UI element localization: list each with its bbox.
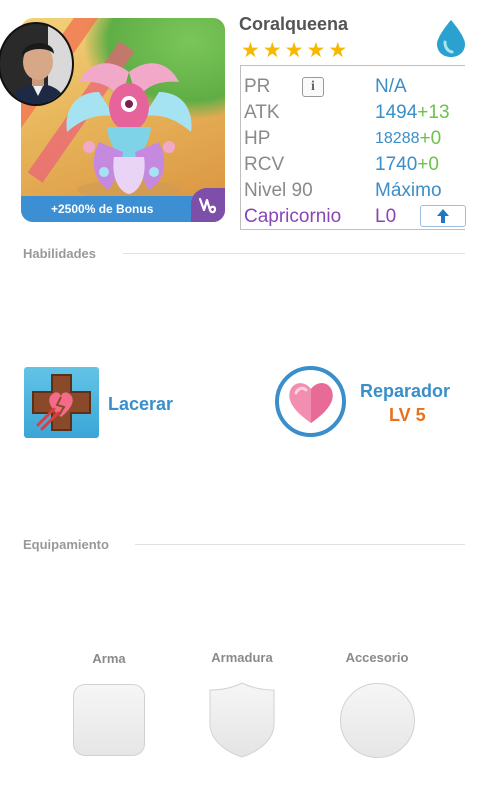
arrow-up-icon — [437, 209, 449, 223]
capricorn-icon — [191, 188, 225, 222]
stat-value: 18288 — [375, 130, 420, 147]
active-skill-name[interactable]: Lacerar — [108, 394, 173, 415]
stat-bonus: +13 — [417, 102, 450, 123]
heart-icon — [288, 382, 333, 423]
star-icon: ★ — [262, 39, 282, 62]
star-icon: ★ — [328, 39, 348, 62]
leader-skill-icon[interactable] — [275, 366, 346, 437]
accessory-slot[interactable] — [340, 683, 415, 758]
stat-label: Nivel 90 — [244, 180, 313, 201]
weapon-label: Arma — [92, 651, 126, 666]
stat-label: Capricornio — [244, 206, 342, 227]
skills-section-divider — [123, 253, 465, 254]
stat-row-rcv: RCV 1740 +0 — [244, 152, 439, 178]
upgrade-button[interactable] — [420, 205, 466, 227]
info-icon[interactable]: i — [302, 77, 324, 97]
stat-value: N/A — [375, 76, 407, 97]
stat-value: L0 — [375, 206, 397, 227]
equipment-section-title: Equipamiento — [23, 537, 109, 552]
stat-row-sign: Capricornio L0 — [244, 204, 396, 230]
water-drop-icon — [437, 20, 465, 57]
stat-row-pr: PR N/A — [244, 74, 407, 100]
stats-divider-left — [240, 65, 241, 230]
monster-portrait — [66, 63, 192, 200]
stat-bonus: +0 — [419, 128, 442, 149]
stat-label: HP — [244, 128, 271, 149]
stat-value: 1740 — [375, 154, 418, 175]
user-avatar[interactable] — [0, 22, 74, 106]
armor-slot[interactable] — [206, 682, 278, 758]
star-icon: ★ — [306, 39, 326, 62]
stat-value: Máximo — [375, 180, 442, 201]
stat-row-hp: HP 18288 +0 — [244, 126, 441, 152]
star-icon: ★ — [284, 39, 304, 62]
stat-row-atk: ATK 1494 +13 — [244, 100, 450, 126]
stat-bonus: +0 — [417, 154, 439, 175]
broken-heart-cross-icon[interactable] — [24, 367, 99, 438]
monster-name: Coralqueena — [239, 14, 349, 34]
stat-label: ATK — [244, 102, 280, 123]
stat-value: 1494 — [375, 102, 418, 123]
rarity-stars: ★ ★ ★ ★ ★ — [241, 40, 347, 61]
weapon-slot[interactable] — [73, 684, 145, 756]
leader-skill-level: LV 5 — [389, 405, 426, 425]
stat-label: RCV — [244, 154, 285, 175]
stats-divider-top — [241, 65, 465, 66]
skills-section-title: Habilidades — [23, 246, 96, 261]
armor-label: Armadura — [211, 650, 273, 665]
star-icon: ★ — [241, 39, 260, 62]
leader-skill-name[interactable]: Reparador — [360, 381, 450, 402]
equipment-section-divider — [135, 544, 465, 545]
bonus-text: +2500% de Bonus — [51, 202, 154, 216]
stat-row-level: Nivel 90 Máximo — [244, 178, 442, 204]
accessory-label: Accesorio — [345, 650, 409, 665]
